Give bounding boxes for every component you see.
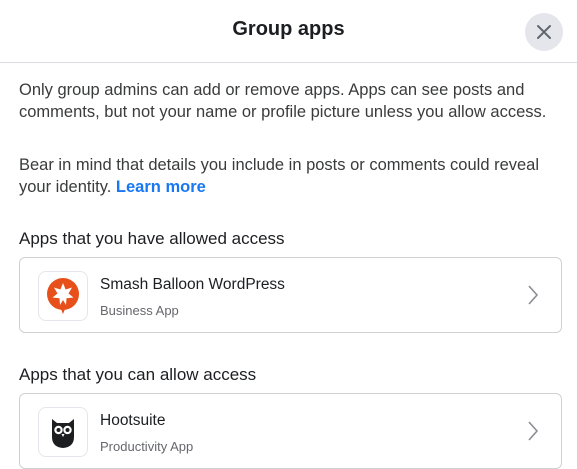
close-button[interactable] [525,13,563,51]
app-card-hootsuite[interactable]: Hootsuite Productivity App [19,393,562,469]
dialog-header: Group apps [0,0,577,63]
app-name: Smash Balloon WordPress [100,276,285,293]
app-type: Productivity App [100,439,194,454]
chevron-right-icon [528,285,539,305]
close-icon [537,25,551,39]
app-card-smash-balloon[interactable]: Smash Balloon WordPress Business App [19,257,562,333]
smash-balloon-logo-icon [38,271,88,321]
section-title-allowed: Apps that you have allowed access [19,229,285,248]
dialog-title: Group apps [232,18,345,40]
section-title-available: Apps that you can allow access [19,365,257,384]
privacy-paragraph: Bear in mind that details you include in… [19,154,559,198]
chevron-right-icon [528,421,539,441]
learn-more-link[interactable]: Learn more [116,178,206,196]
hootsuite-owl-logo-icon [38,407,88,457]
app-name: Hootsuite [100,412,166,429]
privacy-text: Bear in mind that details you include in… [19,156,540,196]
app-type: Business App [100,303,179,318]
intro-paragraph: Only group admins can add or remove apps… [19,81,547,121]
